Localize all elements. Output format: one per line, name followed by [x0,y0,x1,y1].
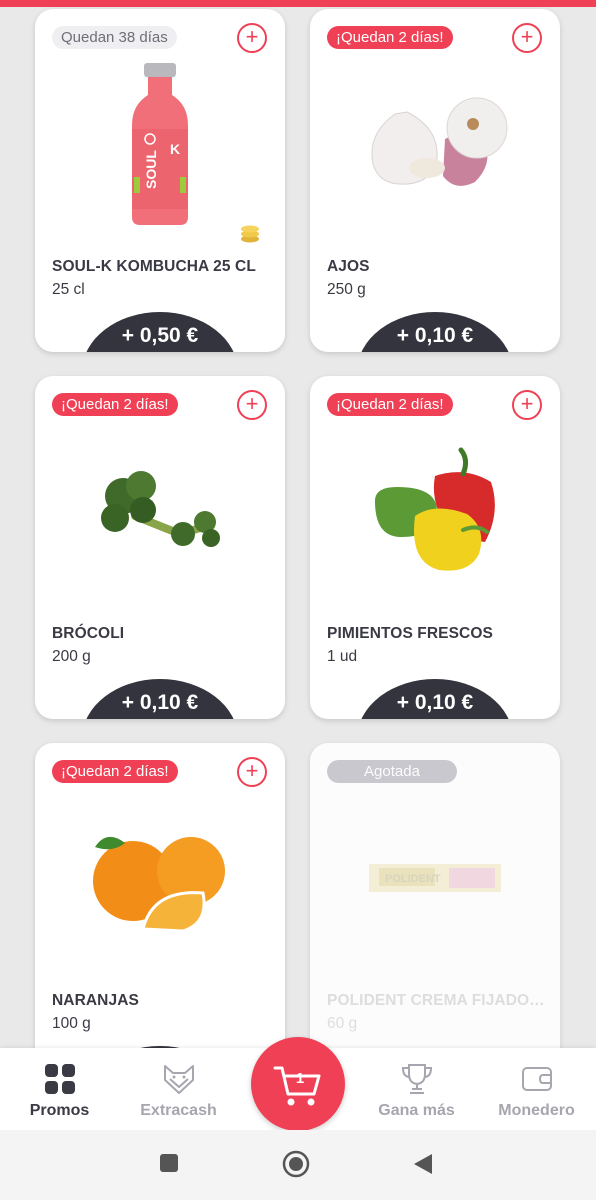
kombucha-bottle-image: SOUL K [50,59,270,229]
product-card[interactable]: ¡Quedan 2 días! + PIMIENTOS FRESCOS 1 ud… [310,376,560,719]
product-card: Agotada POLIDENT POLIDENT CREMA FIJADO… … [310,743,560,1086]
nav-label: Gana más [378,1102,455,1119]
expiry-badge: ¡Quedan 2 días! [327,393,453,416]
product-card[interactable]: ¡Quedan 2 días! + NARANJAS 100 g [35,743,285,1086]
system-navigation-bar [0,1130,596,1200]
nav-gana-mas[interactable]: Gana más [357,1048,476,1130]
garlic-image [325,59,545,229]
price-label: + 0,10 € [396,324,474,347]
plus-circle-icon[interactable]: + [512,390,542,420]
product-quantity: 100 g [52,1015,91,1032]
product-name: BRÓCOLI [52,625,125,642]
expiry-badge: ¡Quedan 2 días! [52,393,178,416]
product-quantity: 250 g [327,281,366,298]
nav-label: Monedero [498,1102,575,1119]
product-card[interactable]: ¡Quedan 2 días! + AJOS 250 g + 0,10 € [310,9,560,352]
product-card[interactable]: ¡Quedan 2 días! + BRÓCOLI 200 g + 0,10 € [35,376,285,719]
oranges-image [50,793,270,963]
broccoli-image [50,426,270,596]
grid-icon [44,1064,75,1094]
trophy-icon [401,1064,432,1094]
recent-apps-icon[interactable] [158,1152,180,1174]
product-name: POLIDENT CREMA FIJADO… [327,992,545,1009]
price-label: + 0,10 € [121,691,199,714]
product-name: PIMIENTOS FRESCOS [327,625,493,642]
product-card[interactable]: Quedan 38 días + SOUL K SOUL-K KOMBUCHA … [35,9,285,352]
polident-logo-text: POLIDENT [385,873,441,885]
product-quantity: 60 g [327,1015,358,1032]
nav-extracash[interactable]: Extracash [119,1048,238,1130]
product-name: SOUL-K KOMBUCHA 25 CL [52,258,256,275]
svg-text:SOUL: SOUL [143,150,159,189]
plus-circle-icon[interactable]: + [512,23,542,53]
back-icon[interactable] [412,1152,434,1176]
nav-label: Extracash [140,1102,217,1119]
product-quantity: 1 ud [327,648,358,665]
expiry-badge: ¡Quedan 2 días! [52,760,178,783]
price-label: + 0,50 € [121,324,199,347]
coins-icon [241,225,259,243]
product-name: NARANJAS [52,992,139,1009]
product-name: AJOS [327,258,370,275]
price-pill: + 0,10 € [82,679,238,719]
home-icon[interactable] [282,1150,310,1178]
cart-count: 1 [295,1070,305,1087]
cart-button[interactable]: 1 [251,1037,345,1131]
price-label: + 0,10 € [396,691,474,714]
wallet-icon [521,1067,552,1091]
plus-circle-icon[interactable]: + [237,23,267,53]
nav-label: Promos [29,1102,90,1119]
fox-icon [163,1065,194,1094]
expiry-badge: ¡Quedan 2 días! [327,26,453,49]
expiry-badge: Quedan 38 días [52,26,177,49]
polident-box-image: POLIDENT [325,793,545,963]
price-pill: + 0,10 € [357,679,513,719]
plus-circle-icon[interactable]: + [237,390,267,420]
price-pill: + 0,50 € [82,312,238,352]
plus-circle-icon[interactable]: + [237,757,267,787]
nav-monedero[interactable]: Monedero [477,1048,596,1130]
product-quantity: 25 cl [52,281,85,298]
top-accent-bar [0,0,596,7]
nav-promos[interactable]: Promos [0,1048,119,1130]
sold-out-badge: Agotada [327,760,457,783]
peppers-image [325,426,545,596]
price-pill: + 0,10 € [357,312,513,352]
svg-text:K: K [170,141,180,157]
product-quantity: 200 g [52,648,91,665]
